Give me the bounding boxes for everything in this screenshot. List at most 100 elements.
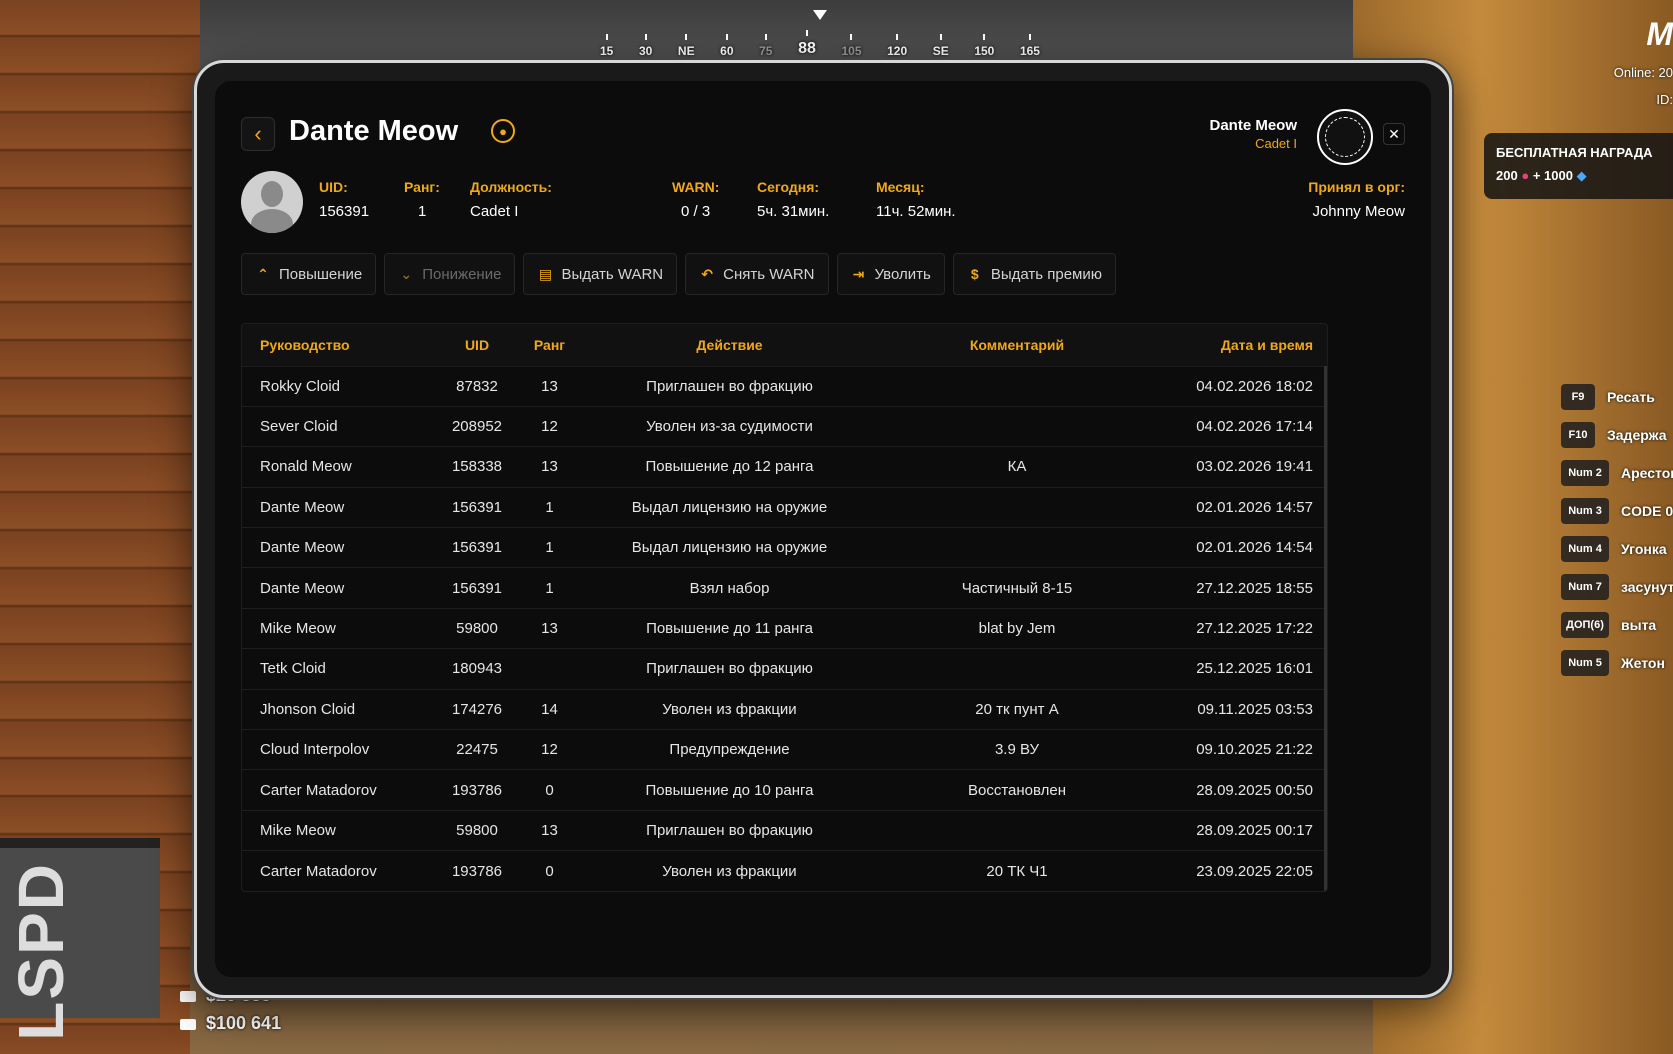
current-user-name: Dante Meow — [1209, 117, 1297, 134]
table-cell: 03.02.2026 19:41 — [1196, 458, 1313, 476]
reward-values: 200 ● + 1000 ◆ — [1496, 168, 1672, 184]
table-row[interactable]: Sever Cloid 208952 12 Уволен из-за судимост… — [242, 406, 1327, 446]
column-header[interactable]: Комментарий — [892, 324, 1142, 366]
department-seal-icon — [1317, 109, 1373, 165]
column-header[interactable]: Руководство — [242, 324, 422, 366]
table-cell: Carter Matadorov — [260, 862, 377, 880]
table-cell: Mike Meow — [260, 620, 336, 638]
promote-button[interactable]: ⌃ Повышение — [241, 253, 377, 295]
table-cell: 14 — [541, 700, 558, 718]
table-cell: Приглашен во фракцию — [646, 660, 813, 678]
table-row[interactable]: Dante Meow 156391 1 Выдал лицензию на оружи… — [242, 527, 1327, 568]
position-label: Должность: — [470, 179, 552, 195]
header: ‹ Dante Meow ● Dante Meow Cadet I ✕ — [241, 109, 1405, 165]
hotkey-label: Задержа — [1607, 427, 1667, 443]
table-cell: 23.09.2025 22:05 — [1196, 862, 1313, 880]
table-cell: blat by Jem — [978, 620, 1056, 638]
hotkey-key: Num 2 — [1561, 460, 1609, 486]
undo-arrow-icon: ↶ — [701, 265, 713, 282]
table-scrollbar[interactable] — [1324, 366, 1327, 891]
accepted-by-label: Принял в орг: — [1308, 179, 1405, 195]
table-row[interactable]: Cloud Interpolov 22475 12 Предупреждение 3.9… — [242, 729, 1327, 770]
table-row[interactable]: Dante Meow 156391 1 Выдал лицензию на оружи… — [242, 487, 1327, 527]
page-title: Dante Meow — [289, 115, 459, 147]
table-cell: Уволен из фракции — [662, 862, 797, 880]
back-button[interactable]: ‹ — [241, 117, 275, 151]
exit-person-icon: ⇥ — [852, 265, 865, 282]
uid-label: UID: — [319, 179, 348, 195]
column-header[interactable]: Ранг — [532, 324, 567, 366]
table-cell — [892, 366, 1142, 406]
table-cell: 0 — [545, 862, 554, 880]
month-label: Месяц: — [876, 179, 925, 195]
rank-label: Ранг: — [404, 179, 440, 195]
table-cell: 13 — [541, 821, 558, 839]
table-cell: Восстановлен — [967, 781, 1067, 799]
hotkey-key: F10 — [1561, 422, 1595, 448]
table-cell: Уволен из фракции — [662, 700, 797, 718]
cash-icon — [180, 990, 196, 1002]
hotkey-row: Num 7 засунут — [1561, 568, 1673, 606]
fire-button[interactable]: ⇥ Уволить — [836, 253, 945, 295]
compass-tick: 165 — [1020, 34, 1040, 58]
table-cell — [892, 528, 1142, 568]
hotkey-key: Num 5 — [1561, 650, 1609, 676]
table-cell: Jhonson Cloid — [260, 700, 356, 718]
accepted-by-field: Принял в орг: Johnny Meow — [1308, 179, 1405, 220]
warn-label: WARN: — [672, 179, 720, 195]
table-cell: Ronald Meow — [260, 458, 352, 476]
demote-button[interactable]: ⌄ Понижение — [384, 253, 516, 295]
close-button[interactable]: ✕ — [1383, 123, 1405, 145]
compass: 15 30 NE 60 75 88 105 120 SE 150 165 — [600, 8, 1040, 58]
table-row[interactable]: Mike Meow 59800 13 Повышение до 11 ранга bla… — [242, 608, 1327, 648]
column-header[interactable]: UID — [422, 324, 532, 366]
table-header: Руководство UID Ранг Действие Комментарий Дат… — [242, 324, 1327, 366]
bonus-button[interactable]: $ Выдать премию — [952, 253, 1116, 295]
table-cell: 193786 — [451, 781, 503, 799]
table-cell: Приглашен во фракцию — [646, 821, 813, 839]
give-warn-button[interactable]: ▤ Выдать WARN — [523, 253, 678, 295]
profile-info: UID: 156391 Ранг: 1 Должность: Cadet I W… — [241, 171, 1405, 241]
hotkey-key: F9 — [1561, 384, 1595, 410]
table-cell: 156391 — [451, 498, 503, 516]
compass-tick: 120 — [887, 34, 907, 58]
remove-warn-button[interactable]: ↶ Снять WARN — [685, 253, 829, 295]
table-row[interactable]: Tetk Cloid 180943 Приглашен во фракцию 25.1… — [242, 648, 1327, 689]
hotkey-key: Num 3 — [1561, 498, 1609, 524]
table-body: Rokky Cloid 87832 13 Приглашен во фракцию 04… — [242, 366, 1327, 891]
table-row[interactable]: Jhonson Cloid 174276 14 Уволен из фракции 20… — [242, 689, 1327, 729]
table-cell: Carter Matadorov — [260, 781, 377, 799]
hotkey-key: Num 7 — [1561, 574, 1609, 600]
table-row[interactable]: Dante Meow 156391 1 Взял набор Частичный 8-1… — [242, 567, 1327, 608]
table-cell: 09.10.2025 21:22 — [1196, 741, 1313, 759]
free-reward-panel[interactable]: БЕСПЛАТНАЯ НАГРАДА 200 ● + 1000 ◆ — [1484, 133, 1673, 199]
table-cell: 59800 — [456, 821, 498, 839]
table-row[interactable]: Ronald Meow 158338 13 Повышение до 12 ранга… — [242, 446, 1327, 487]
coin-icon: ● — [1521, 168, 1530, 183]
avatar — [241, 171, 303, 233]
table-cell: Уволен из-за судимости — [646, 418, 813, 436]
table-row[interactable]: Rokky Cloid 87832 13 Приглашен во фракцию 04… — [242, 366, 1327, 406]
hotkey-row: F10 Задержа — [1561, 416, 1673, 454]
table-cell: 22475 — [456, 741, 498, 759]
chevron-left-icon: ‹ — [254, 121, 262, 146]
document-icon: ▤ — [538, 265, 553, 282]
reward-plus: + — [1532, 168, 1541, 183]
table-cell: 193786 — [451, 862, 503, 880]
minimap-label: LSPD — [5, 862, 77, 1041]
today-value: 5ч. 31мин. — [757, 203, 830, 220]
table-row[interactable]: Carter Matadorov 193786 0 Повышение до 10 р… — [242, 769, 1327, 810]
table-cell: 09.11.2025 03:53 — [1197, 700, 1313, 718]
table-row[interactable]: Mike Meow 59800 13 Приглашен во фракцию 28.0… — [242, 810, 1327, 850]
hotkey-list: F9 Ресать F10 Задержа Num 2 Арестов Num 3 CODE … — [1561, 378, 1673, 682]
table-row[interactable]: Carter Matadorov 193786 0 Уволен из фракции… — [242, 850, 1327, 891]
table-cell: Частичный 8-15 — [961, 579, 1073, 597]
player-id: ID: — [1656, 92, 1673, 107]
column-header[interactable]: Действие — [567, 324, 892, 366]
column-header[interactable]: Дата и время — [1142, 324, 1327, 366]
rank-field: Ранг: 1 — [404, 179, 440, 220]
history-table: Руководство UID Ранг Действие Комментарий Дат… — [241, 323, 1328, 892]
table-cell: 59800 — [456, 620, 498, 638]
table-cell — [892, 649, 1142, 689]
table-cell: 28.09.2025 00:17 — [1196, 821, 1313, 839]
